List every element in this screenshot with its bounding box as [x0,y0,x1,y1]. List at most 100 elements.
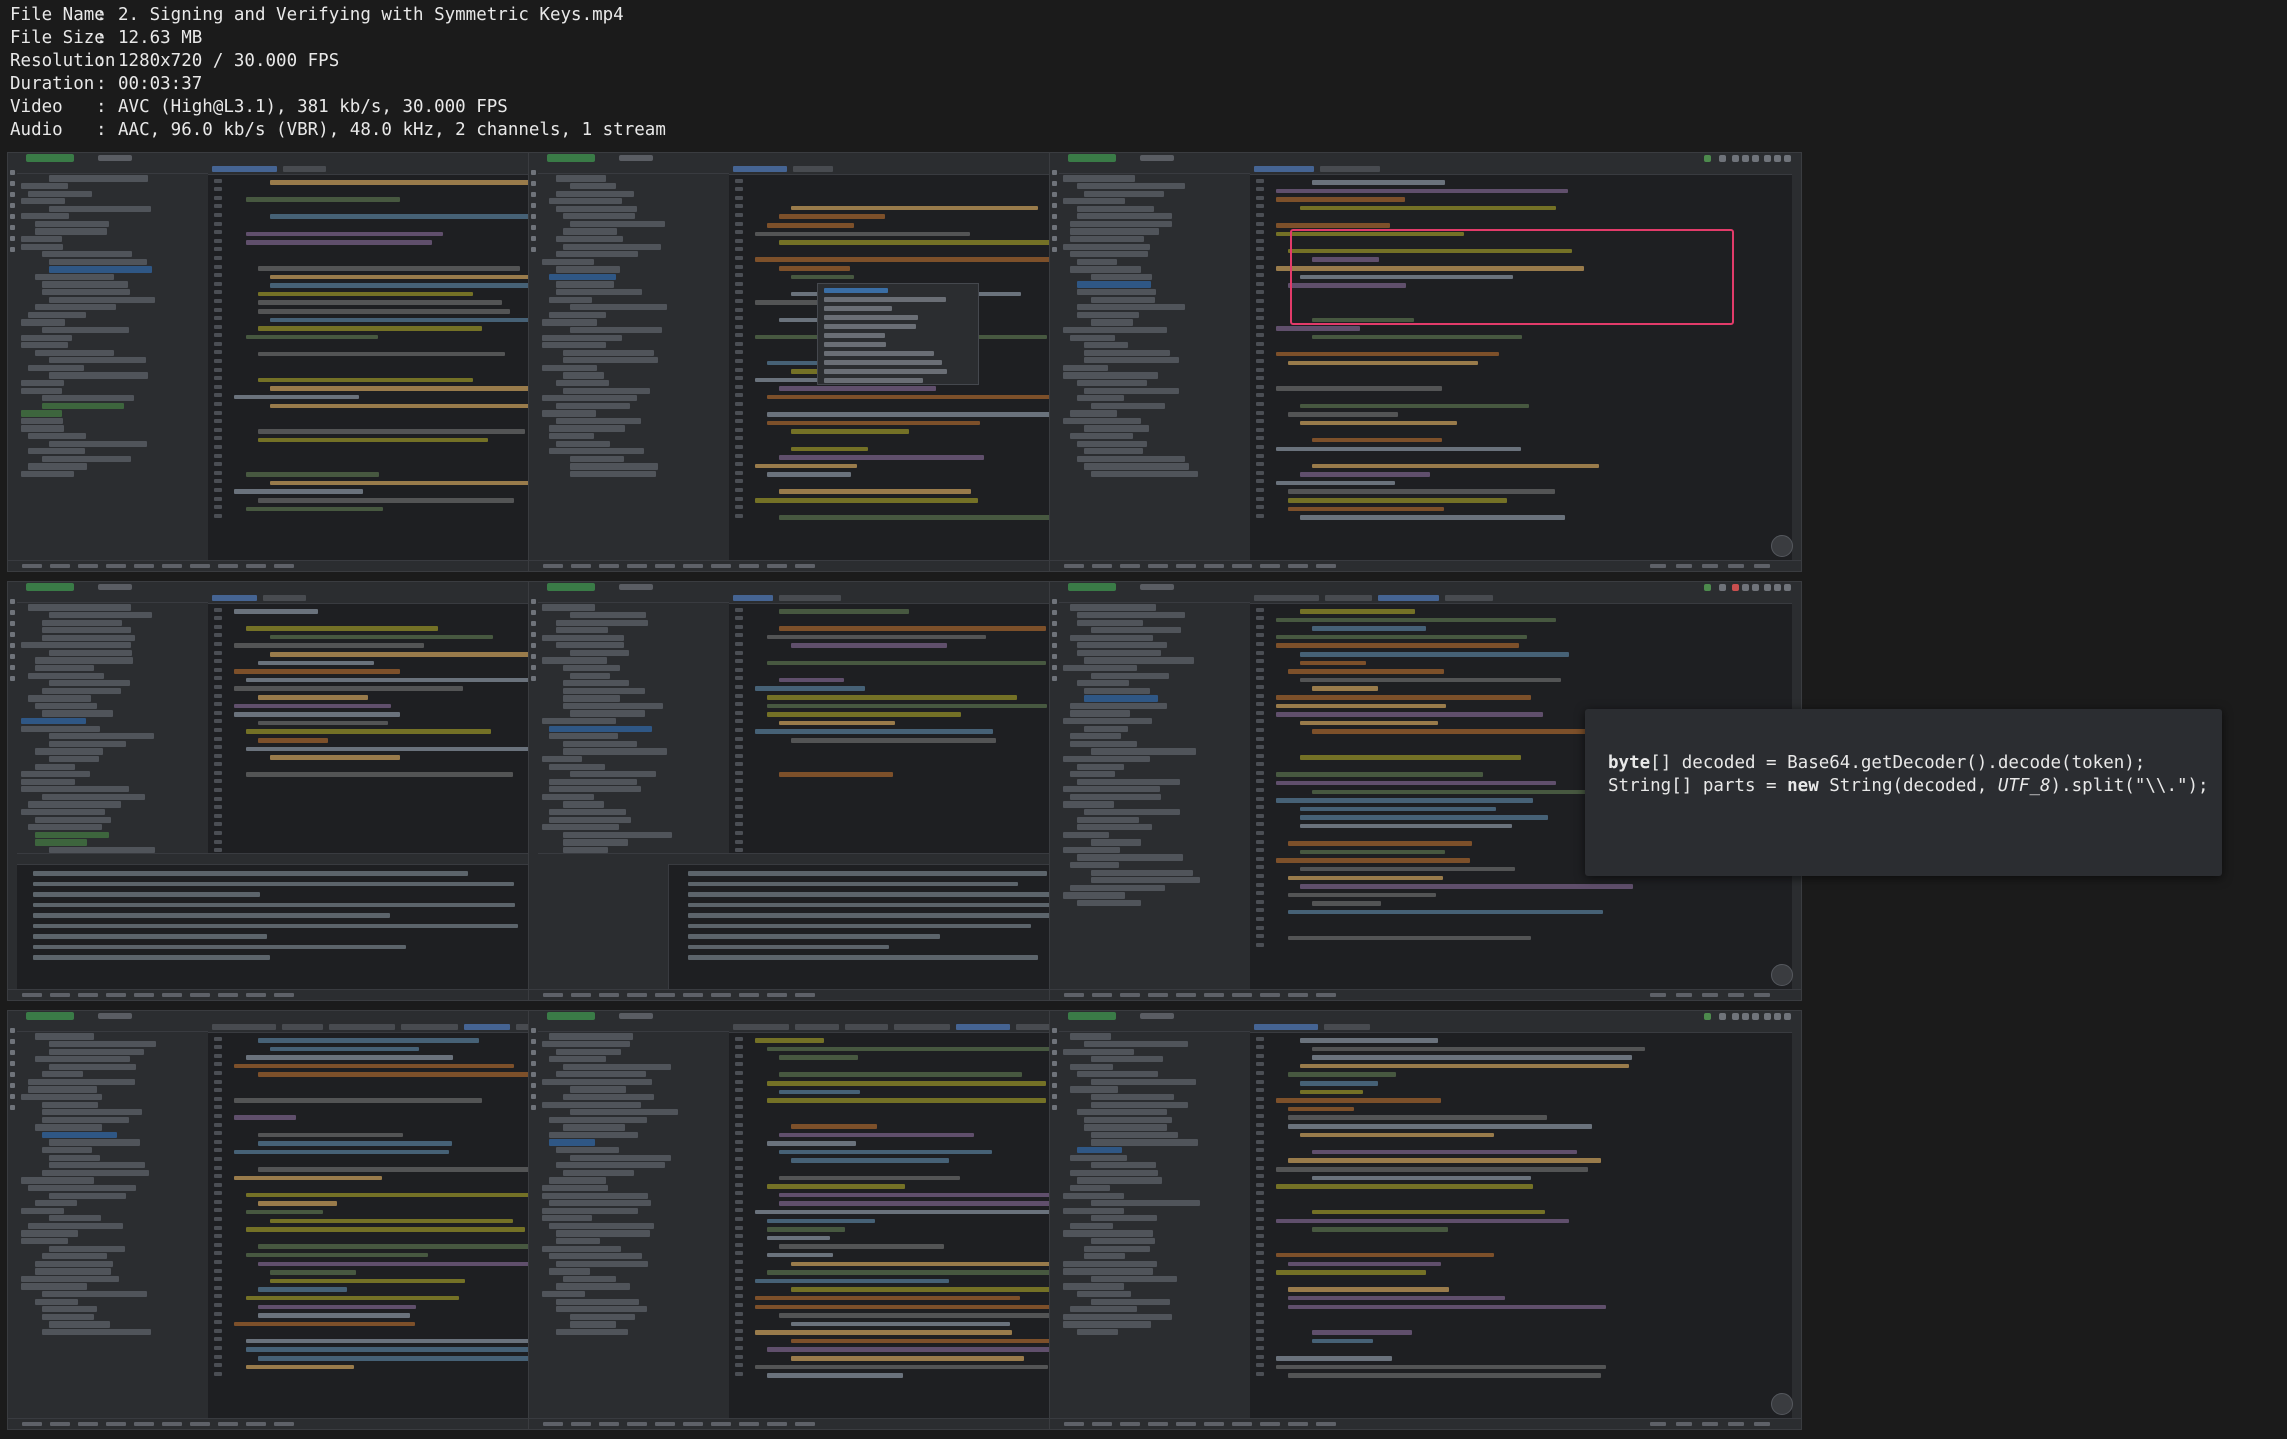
floating-action-button[interactable] [1771,535,1793,557]
editor-tab[interactable] [845,1024,888,1030]
tree-item[interactable] [1091,839,1141,846]
breadcrumb-item[interactable] [1176,1422,1196,1426]
tree-item[interactable] [549,778,638,785]
breadcrumb-item[interactable] [655,993,675,997]
tree-item[interactable] [1063,198,1126,205]
tree-item[interactable] [28,801,121,808]
tree-item[interactable] [1077,899,1141,907]
close-icon[interactable] [1784,1013,1791,1020]
tree-item[interactable] [42,619,122,626]
tree-item[interactable] [1070,236,1144,243]
breadcrumb-item[interactable] [190,993,210,997]
tree-item[interactable] [21,1207,65,1214]
tree-item[interactable] [21,1275,120,1283]
debug-icon[interactable] [1719,155,1726,162]
breadcrumb-item[interactable] [162,1422,182,1426]
debug-icon[interactable] [1719,584,1726,591]
editor-tab[interactable] [792,166,833,172]
tree-item[interactable] [1077,1147,1123,1154]
tree-item[interactable] [1077,1071,1158,1078]
editor-tab[interactable] [1324,595,1373,601]
tool-window-icon[interactable] [531,181,536,186]
tree-item[interactable] [1070,228,1160,235]
tree-item[interactable] [21,1094,103,1101]
breadcrumb-item[interactable] [1288,564,1308,568]
breadcrumb-item[interactable] [711,1422,731,1426]
floating-action-button[interactable] [1771,1393,1793,1415]
status-widget[interactable] [1728,993,1744,997]
status-widget[interactable] [1728,564,1744,568]
tree-item[interactable] [556,417,641,425]
tree-item[interactable] [1077,611,1186,619]
tree-item[interactable] [1084,463,1189,470]
tree-item[interactable] [1070,1033,1112,1040]
tree-item[interactable] [1063,1260,1158,1267]
tree-item[interactable] [1070,1306,1138,1313]
tree-item[interactable] [1084,1124,1168,1131]
tree-item[interactable] [1063,846,1121,854]
run-icon[interactable] [1704,584,1711,591]
tree-item[interactable] [21,470,75,478]
tree-item[interactable] [1063,1230,1154,1237]
tree-item[interactable] [35,273,114,281]
tree-item[interactable] [35,1260,113,1267]
tree-item[interactable] [542,334,622,341]
tree-item[interactable] [1077,182,1186,190]
breadcrumb-item[interactable] [274,564,294,568]
breadcrumb-item[interactable] [218,564,238,568]
tree-item[interactable] [549,1222,655,1230]
tool-window-icon[interactable] [1052,676,1057,681]
breadcrumb-item[interactable] [767,1422,787,1426]
tree-item[interactable] [1077,1291,1132,1298]
tree-item[interactable] [21,198,65,205]
tree-item[interactable] [556,380,609,387]
tree-item[interactable] [1084,357,1179,364]
tree-item[interactable] [49,1321,111,1328]
breadcrumb-item[interactable] [246,1422,266,1426]
tool-window-icon[interactable] [10,225,15,230]
tool-window-icon[interactable] [10,214,15,219]
tree-item[interactable] [1091,877,1201,884]
breadcrumb-item[interactable] [78,1422,98,1426]
tree-item[interactable] [21,182,68,190]
tree-item[interactable] [1070,1184,1111,1192]
tool-window-icon[interactable] [531,676,536,681]
tool-window-icon[interactable] [1052,621,1057,626]
breadcrumb-item[interactable] [683,993,703,997]
editor-tab[interactable] [733,166,787,172]
tree-item[interactable] [549,733,619,740]
branch-widget[interactable] [1140,584,1174,590]
breadcrumb-item[interactable] [274,1422,294,1426]
tree-item[interactable] [1070,220,1173,228]
tree-item[interactable] [42,1101,99,1108]
tree-item[interactable] [1063,1321,1152,1328]
tool-window-icon[interactable] [10,632,15,637]
tool-window-icon[interactable] [531,1105,536,1110]
tree-item[interactable] [549,1200,651,1207]
tree-item[interactable] [35,839,88,846]
tree-item[interactable] [35,657,134,664]
tree-item[interactable] [28,695,92,702]
tool-window-icon[interactable] [10,1072,15,1077]
breadcrumb-item[interactable] [1232,1422,1252,1426]
tree-item[interactable] [549,1139,596,1146]
tool-window-icon[interactable] [531,170,536,175]
tool-window-icon[interactable] [1052,1094,1057,1099]
tree-item[interactable] [542,824,620,831]
editor-tab[interactable] [401,1024,458,1030]
tree-item[interactable] [1063,243,1151,250]
tree-item[interactable] [28,190,92,197]
tree-item[interactable] [1077,213,1173,220]
breadcrumb-item[interactable] [1176,993,1196,997]
breadcrumb-item[interactable] [1176,564,1196,568]
status-widget[interactable] [1754,993,1770,997]
tree-item[interactable] [21,425,65,432]
tool-window-icon[interactable] [1052,181,1057,186]
tree-item[interactable] [556,175,607,182]
tool-window-icon[interactable] [10,1061,15,1066]
tree-item[interactable] [21,380,64,387]
project-widget[interactable] [1068,1012,1116,1020]
tree-item[interactable] [542,395,638,402]
editor-tab[interactable] [281,1024,323,1030]
tree-item[interactable] [1070,266,1141,273]
